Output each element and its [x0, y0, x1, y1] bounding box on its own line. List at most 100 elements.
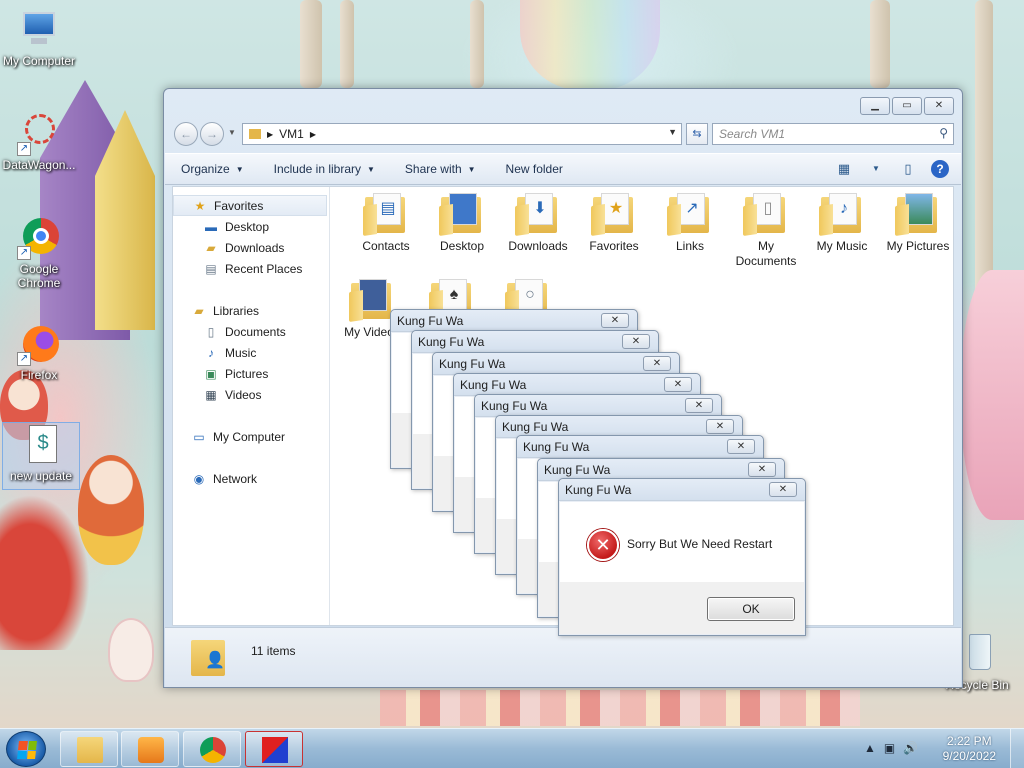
share-with-menu[interactable]: Share with ▼: [405, 162, 476, 176]
search-icon[interactable]: ⚲: [939, 126, 948, 140]
app-cube-icon: [262, 737, 288, 763]
nav-item-network[interactable]: ◉ Network: [173, 468, 329, 489]
nav-item-recent-places[interactable]: ▤ Recent Places: [173, 258, 329, 279]
refresh-button[interactable]: ⇆: [686, 123, 708, 145]
clock-time: 2:22 PM: [946, 734, 992, 748]
file-label: My Music: [816, 239, 868, 253]
close-icon[interactable]: ✕: [769, 482, 797, 497]
organize-label: Organize: [181, 162, 230, 176]
folder-my-music[interactable]: ♪ My Music: [804, 193, 880, 254]
folder-my-pictures[interactable]: My Pictures: [880, 193, 956, 254]
search-input[interactable]: Search VM1 ⚲: [712, 123, 954, 145]
document-icon: $: [19, 423, 63, 467]
nav-item-music[interactable]: ♪ Music: [173, 342, 329, 363]
close-icon[interactable]: ✕: [601, 313, 629, 328]
window-controls: ▁ ▭ ✕: [860, 97, 954, 115]
taskbar-explorer[interactable]: [60, 731, 118, 767]
clock[interactable]: 2:22 PM 9/20/2022: [943, 734, 996, 764]
computer-icon: ▭: [193, 429, 205, 444]
network-icon[interactable]: ▣: [884, 741, 895, 755]
close-icon[interactable]: ✕: [706, 419, 734, 434]
file-label: My Pictures: [886, 239, 950, 253]
taskbar: ▲ ▣ 🔊 2:22 PM 9/20/2022: [0, 728, 1024, 768]
taskbar-chrome[interactable]: [183, 731, 241, 767]
folder-favorites[interactable]: ★ Favorites: [576, 193, 652, 254]
nav-item-my-computer[interactable]: ▭ My Computer: [173, 426, 329, 447]
wallpaper-bird: [108, 618, 154, 682]
taskbar-media-player[interactable]: [121, 731, 179, 767]
change-view-icon[interactable]: ▦: [835, 160, 853, 178]
folder-my-documents[interactable]: ▯ My Documents: [728, 193, 804, 269]
volume-icon[interactable]: 🔊: [903, 741, 918, 755]
wallpaper-leaf: [960, 270, 1024, 520]
back-button[interactable]: ←: [174, 122, 198, 146]
ok-button[interactable]: OK: [707, 597, 795, 621]
file-label: Downloads: [508, 239, 568, 253]
desktop-icon-my-computer[interactable]: My Computer: [0, 8, 78, 68]
folder-downloads[interactable]: ⬇ Downloads: [500, 193, 576, 254]
close-icon[interactable]: ✕: [748, 462, 776, 477]
taskbar-running-app[interactable]: [245, 731, 303, 767]
pictures-folder-icon: [895, 193, 941, 236]
wallpaper-tree: [470, 0, 484, 88]
computer-icon: [17, 8, 61, 52]
preview-pane-icon[interactable]: ▯: [899, 160, 917, 178]
wallpaper-flowers: [380, 690, 860, 726]
include-in-library-menu[interactable]: Include in library ▼: [274, 162, 375, 176]
star-icon: ★: [194, 198, 206, 213]
show-hidden-icons-icon[interactable]: ▲: [864, 741, 876, 755]
nav-item-documents[interactable]: ▯ Documents: [173, 321, 329, 342]
help-icon[interactable]: ?: [931, 160, 949, 178]
shortcut-arrow-icon: ↗: [17, 246, 31, 260]
firefox-icon: ↗: [17, 322, 61, 366]
desktop-icon-google-chrome[interactable]: ↗ Google Chrome: [0, 216, 78, 290]
chevron-down-icon: ▼: [235, 164, 244, 174]
file-label: My Documents: [735, 239, 797, 268]
forward-button[interactable]: →: [200, 122, 224, 146]
contacts-folder-icon: ▤: [363, 193, 409, 236]
address-dropdown-icon[interactable]: ▼: [668, 127, 677, 137]
desktop-icon-label: Firefox: [20, 368, 58, 382]
command-bar: Organize ▼ Include in library ▼ Share with…: [165, 153, 961, 185]
recent-places-icon: ▤: [205, 261, 217, 276]
nav-item-pictures[interactable]: ▣ Pictures: [173, 363, 329, 384]
organize-menu[interactable]: Organize ▼: [181, 162, 244, 176]
close-icon[interactable]: ✕: [727, 439, 755, 454]
nav-item-downloads[interactable]: ▰ Downloads: [173, 237, 329, 258]
close-icon[interactable]: ✕: [643, 356, 671, 371]
error-dialog[interactable]: Kung Fu Wa ✕ ✕ Sorry But We Need Restart…: [558, 478, 806, 636]
desktop-icon-label: My Computer: [2, 54, 76, 68]
folder-desktop[interactable]: Desktop: [424, 193, 500, 254]
error-message: Sorry But We Need Restart: [627, 537, 773, 551]
close-icon[interactable]: ✕: [664, 377, 692, 392]
recent-pages-dropdown[interactable]: ▼: [228, 128, 236, 137]
folder-contacts[interactable]: ▤ Contacts: [348, 193, 424, 254]
desktop-icon-datawagon[interactable]: ↗ DataWagon...: [0, 112, 78, 172]
start-button[interactable]: [6, 731, 46, 767]
minimize-button[interactable]: ▁: [860, 97, 890, 115]
clock-date: 9/20/2022: [942, 749, 996, 763]
close-icon[interactable]: ✕: [622, 334, 650, 349]
view-dropdown-icon[interactable]: ▼: [867, 160, 885, 178]
maximize-button[interactable]: ▭: [892, 97, 922, 115]
close-icon[interactable]: ✕: [685, 398, 713, 413]
file-label: Favorites: [589, 239, 639, 253]
wallpaper-tree: [870, 0, 890, 88]
new-folder-button[interactable]: New folder: [506, 162, 563, 176]
desktop-icon-new-update[interactable]: $ new update: [2, 422, 80, 490]
breadcrumb-vm1[interactable]: VM1: [279, 127, 304, 141]
nav-item-favorites[interactable]: ★ Favorites: [173, 195, 327, 216]
folder-small-icon: [249, 129, 261, 139]
music-folder-icon: ♪: [819, 193, 865, 236]
show-desktop-button[interactable]: [1010, 729, 1024, 768]
address-bar[interactable]: ▶ VM1 ▶ ▼: [242, 123, 682, 145]
nav-label: Documents: [225, 324, 286, 339]
breadcrumb-separator-icon: ▶: [267, 129, 274, 139]
nav-item-libraries[interactable]: ▰ Libraries: [173, 300, 329, 321]
folder-links[interactable]: ↗ Links: [652, 193, 728, 254]
desktop-icon-firefox[interactable]: ↗ Firefox: [0, 322, 78, 382]
close-button[interactable]: ✕: [924, 97, 954, 115]
nav-item-desktop[interactable]: ▬ Desktop: [173, 216, 329, 237]
nav-item-videos[interactable]: ▦ Videos: [173, 384, 329, 405]
